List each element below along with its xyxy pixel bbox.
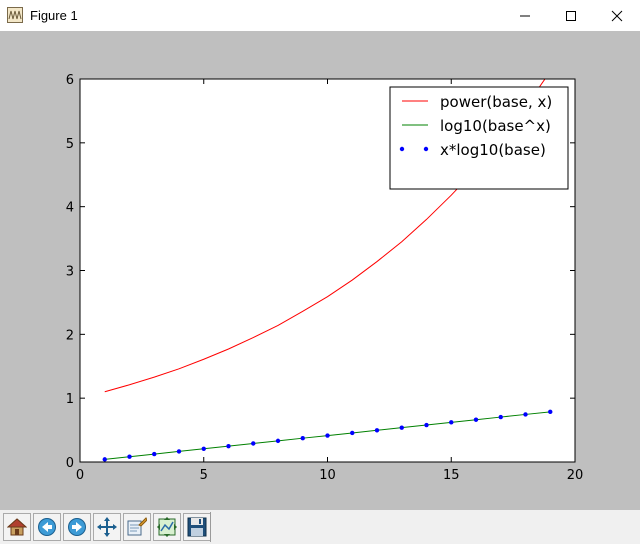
series-point — [226, 443, 231, 449]
home-icon — [7, 518, 27, 536]
series-point — [325, 433, 330, 438]
legend-point-swatch — [399, 146, 405, 152]
window-title: Figure 1 — [30, 8, 78, 23]
series-point — [523, 412, 528, 417]
series-point — [176, 449, 182, 454]
legend-point-swatch — [423, 146, 429, 152]
x-tick-label: 15 — [443, 468, 460, 483]
x-tick-label: 20 — [567, 468, 584, 483]
pan-button[interactable] — [93, 513, 121, 541]
configure-subplots-button[interactable] — [153, 513, 181, 541]
configure-subplots-icon — [157, 517, 177, 537]
minimize-button[interactable] — [502, 0, 548, 31]
toolbar-separator — [210, 512, 211, 542]
back-arrow-icon — [38, 518, 56, 536]
y-tick-label: 2 — [66, 328, 74, 343]
figure-canvas: 0 5 10 15 20 0 1 2 3 4 5 6 power(base, x) log10(base^… — [0, 31, 640, 510]
series-point — [102, 457, 107, 462]
legend-label: log10(base^x) — [440, 117, 551, 135]
series-point — [251, 441, 256, 446]
series-point — [300, 435, 305, 441]
series-point — [201, 446, 206, 451]
x-tick-label: 10 — [319, 468, 336, 483]
maximize-button[interactable] — [548, 0, 594, 31]
save-icon — [187, 517, 207, 537]
forward-button[interactable] — [63, 513, 91, 541]
series-point — [449, 420, 454, 425]
y-tick-label: 0 — [66, 456, 74, 471]
series-point — [498, 414, 503, 420]
figure-app-icon — [7, 7, 23, 23]
legend: power(base, x) log10(base^x) x*log10(base) — [389, 86, 569, 190]
maximize-icon — [566, 11, 576, 21]
line-chart: 0 5 10 15 20 0 1 2 3 4 5 6 power(base, x) log10(base^… — [66, 73, 584, 483]
series-point — [548, 409, 553, 415]
title-bar: Figure 1 — [0, 0, 640, 32]
zoom-rect-icon — [127, 517, 147, 536]
close-icon — [611, 10, 623, 22]
minimize-icon — [520, 15, 530, 17]
series-point — [424, 422, 429, 428]
series-point — [152, 451, 157, 457]
legend-label: x*log10(base) — [440, 141, 546, 159]
y-tick-label: 6 — [66, 73, 74, 88]
x-tick-label: 5 — [200, 468, 208, 483]
back-button[interactable] — [33, 513, 61, 541]
series-point — [399, 425, 404, 430]
series-point — [374, 428, 380, 433]
pan-icon — [97, 517, 117, 537]
y-tick-label: 1 — [66, 392, 74, 407]
zoom-button[interactable] — [123, 513, 151, 541]
y-tick-label: 5 — [66, 137, 74, 152]
forward-arrow-icon — [68, 518, 86, 536]
home-button[interactable] — [3, 513, 31, 541]
x-tick-label: 0 — [76, 468, 84, 483]
y-tick-label: 3 — [66, 265, 74, 280]
series-point — [275, 438, 281, 444]
navigation-toolbar — [0, 510, 640, 544]
legend-label: power(base, x) — [440, 93, 552, 111]
close-button[interactable] — [594, 0, 640, 31]
save-button[interactable] — [183, 513, 211, 541]
series-point — [473, 417, 479, 422]
y-tick-label: 4 — [66, 201, 74, 216]
series-point — [127, 454, 132, 459]
series-point — [350, 430, 355, 436]
